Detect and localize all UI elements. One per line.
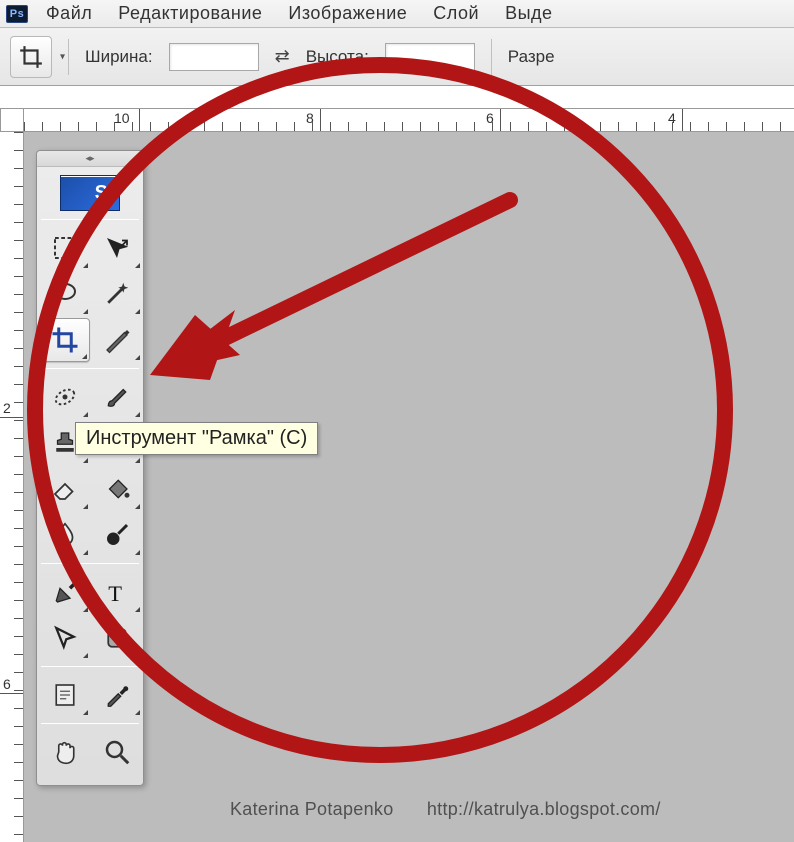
tool-dodge[interactable] [92, 513, 142, 557]
healing-icon [50, 382, 80, 412]
tool-bucket[interactable] [92, 467, 142, 511]
chevron-down-icon: ▾ [60, 51, 65, 62]
svg-text:T: T [108, 581, 122, 606]
tool-blur[interactable] [40, 513, 90, 557]
eraser-icon [50, 474, 80, 504]
watermark-url: http://katrulya.blogspot.com/ [427, 799, 661, 819]
separator [41, 219, 139, 220]
separator [41, 666, 139, 667]
tools-panel: ◂▸ S [36, 150, 144, 786]
ruler-tick-label: 6 [3, 676, 11, 692]
tool-crop[interactable] [40, 318, 90, 362]
tool-pen[interactable] [40, 570, 90, 614]
tool-magic-wand[interactable] [92, 272, 142, 316]
menu-file[interactable]: Файл [38, 1, 100, 26]
divider [68, 39, 69, 75]
ruler-origin[interactable] [0, 108, 24, 132]
menu-image[interactable]: Изображение [280, 1, 415, 26]
brush-icon [102, 382, 132, 412]
path-select-icon [50, 623, 80, 653]
dodge-icon [102, 520, 132, 550]
watermark-author: Katerina Potapenko [230, 799, 394, 819]
tool-path-select[interactable] [40, 616, 90, 660]
notes-icon [50, 680, 80, 710]
type-icon: T [102, 577, 132, 607]
tooltip: Инструмент "Рамка" (C) [75, 422, 318, 455]
separator [41, 368, 139, 369]
ruler-vertical[interactable]: 2 6 [0, 132, 24, 842]
ruler-horizontal[interactable]: 10 8 6 4 [24, 108, 794, 132]
tool-shape[interactable] [92, 616, 142, 660]
tool-notes[interactable] [40, 673, 90, 717]
options-bar: ▾ Ширина: ⇄ Высота: Разре [0, 28, 794, 86]
lasso-icon [50, 279, 80, 309]
bucket-icon [102, 474, 132, 504]
tool-zoom[interactable] [92, 730, 142, 774]
separator [41, 723, 139, 724]
menu-select[interactable]: Выде [497, 1, 560, 26]
pen-icon [50, 577, 80, 607]
tool-lasso[interactable] [40, 272, 90, 316]
magic-wand-icon [102, 279, 132, 309]
blur-icon [50, 520, 80, 550]
ps-logo-icon: S [60, 175, 120, 211]
menu-layer[interactable]: Слой [425, 1, 487, 26]
resolution-label: Разре [508, 47, 555, 67]
tool-hand[interactable] [40, 730, 90, 774]
height-input[interactable] [385, 43, 475, 71]
zoom-icon [102, 737, 132, 767]
panel-logo: S [41, 171, 139, 215]
divider [491, 39, 492, 75]
menu-edit[interactable]: Редактирование [110, 1, 270, 26]
crop-icon [18, 44, 44, 70]
height-label: Высота: [306, 47, 369, 67]
tool-type[interactable]: T [92, 570, 142, 614]
swap-icon[interactable]: ⇄ [275, 46, 290, 67]
separator [41, 563, 139, 564]
hand-icon [50, 737, 80, 767]
ps-logo-icon: Ps [6, 5, 28, 23]
crop-icon [50, 325, 80, 355]
tool-brush[interactable] [92, 375, 142, 419]
slice-icon [102, 325, 132, 355]
panel-grip[interactable]: ◂▸ [37, 151, 143, 167]
width-label: Ширина: [85, 47, 153, 67]
shape-icon [102, 623, 132, 653]
watermark: Katerina Potapenko http://katrulya.blogs… [230, 799, 661, 820]
tool-eraser[interactable] [40, 467, 90, 511]
tool-healing[interactable] [40, 375, 90, 419]
tool-slice[interactable] [92, 318, 142, 362]
active-tool-preset[interactable]: ▾ [10, 36, 52, 78]
ruler-tick-label: 2 [3, 400, 11, 416]
ruler-tick-label: 10 [114, 110, 130, 126]
move-icon [102, 233, 132, 263]
tool-eyedropper[interactable] [92, 673, 142, 717]
tool-marquee[interactable] [40, 226, 90, 270]
eyedropper-icon [102, 680, 132, 710]
tool-move[interactable] [92, 226, 142, 270]
menu-bar: Ps Файл Редактирование Изображение Слой … [0, 0, 794, 28]
width-input[interactable] [169, 43, 259, 71]
marquee-icon [50, 233, 80, 263]
